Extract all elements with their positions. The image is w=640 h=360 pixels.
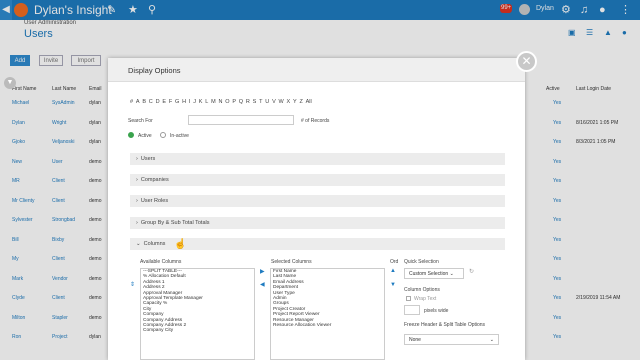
alpha-filter-letter[interactable]: Q [239,99,243,105]
modal-title: Display Options [128,66,181,75]
alpha-filter-letter[interactable]: N [218,99,222,105]
wrap-text-label: Wrap Text [414,296,437,302]
selected-columns-list[interactable]: First Name Last Name Email Address Departme… [270,268,385,360]
alpha-filter-letter[interactable]: O [225,99,229,105]
section-companies-label: Companies [140,177,169,183]
freeze-label: Freeze Header & Split Table Options [404,322,486,328]
reset-icon[interactable]: ↻ [469,268,474,275]
display-options-modal: Display Options # A B C D E F G H I J K L M N O P Q R S T U V W… [108,58,525,360]
alpha-filter-letter[interactable]: Z [299,99,302,105]
move-left-arrow-icon[interactable]: ◀ [260,281,265,288]
alpha-filter-letter[interactable]: L [205,99,208,105]
pixels-wide-input[interactable] [404,305,420,315]
alpha-filter-letter[interactable]: B [142,99,146,105]
alpha-filter-letter[interactable]: G [175,99,179,105]
move-right-arrow-icon[interactable]: ▶ [260,268,265,275]
freeze-value: None [409,337,421,343]
inactive-radio[interactable] [160,132,166,138]
selected-columns-label: Selected Columns [271,259,312,265]
filter-icon[interactable]: ▼ [4,77,16,89]
search-input[interactable] [188,115,294,125]
alpha-filter-letter[interactable]: V [272,99,276,105]
freeze-select[interactable]: None ⌄ [404,334,499,345]
alpha-filter-letter[interactable]: M [211,99,216,105]
alpha-filter-letter[interactable]: S [253,99,257,105]
alpha-filter-letter[interactable]: C [149,99,153,105]
alpha-filter-letter[interactable]: T [259,99,262,105]
inactive-label: In-active [170,133,189,139]
available-columns-label: Available Columns [140,259,182,265]
order-down-arrow-icon[interactable]: ▼ [390,282,396,288]
alpha-filter-letter[interactable]: I [189,99,191,105]
quick-selection-value: Custom Selection [409,271,449,277]
order-up-arrow-icon[interactable]: ▲ [390,268,396,274]
alpha-filter-letter[interactable]: K [199,99,203,105]
section-user-roles-label: User Roles [140,198,169,204]
pixels-wide-label: pixels wide [424,308,449,314]
mouse-cursor-icon: ☝ [174,239,187,250]
records-label: # of Records [301,118,330,124]
freeze-chevron-icon: ⌄ [489,337,494,343]
alpha-filter-letter[interactable]: All [306,99,312,105]
list-item[interactable]: Company City [141,328,254,333]
alpha-filter-letter[interactable]: J [193,99,196,105]
alpha-filter-letter[interactable]: U [265,99,269,105]
section-users[interactable]: › Users [130,153,505,165]
column-options-label: Column Options [404,287,440,293]
alpha-filter-letter[interactable]: X [287,99,291,105]
active-label: Active [138,133,152,139]
modal-header: Display Options [108,58,525,82]
alpha-filter-letter[interactable]: # [130,99,133,105]
wrap-text-checkbox[interactable] [406,296,411,301]
quick-selection-select[interactable]: Custom Selection ⌄ [404,268,464,279]
section-columns-label: Columns [143,241,166,247]
alpha-filter-letter[interactable]: P [232,99,236,105]
alpha-filter-letter[interactable]: Y [293,99,297,105]
active-radio[interactable] [128,132,134,138]
close-icon[interactable]: ✕ [516,51,537,72]
section-group-by-label: Group By & Sub Total Totals [140,220,210,226]
alpha-filter-letter[interactable]: F [169,99,172,105]
section-group-by[interactable]: › Group By & Sub Total Totals [130,217,505,229]
available-columns-list[interactable]: ---SPLIT TABLE---% Allocation Default Add… [140,268,255,360]
alpha-filter-letter[interactable]: W [279,99,284,105]
alpha-filter-letter[interactable]: D [156,99,160,105]
alpha-filter-letter[interactable]: A [136,99,140,105]
list-item[interactable]: Resource Allocation Viewer [271,323,384,328]
alphabet-filter: # A B C D E F G H I J K L M N O P Q R S T U V W X Y Z All [130,99,315,105]
search-label: Search For [128,118,153,124]
move-all-icon[interactable]: ⇕ [130,281,135,288]
alpha-filter-letter[interactable]: H [182,99,186,105]
section-users-label: Users [140,156,156,162]
quick-selection-label: Quick Selection [404,259,439,265]
ord-label: Ord [390,259,399,265]
alpha-filter-letter[interactable]: E [162,99,166,105]
alpha-filter-letter[interactable]: R [246,99,250,105]
section-companies[interactable]: › Companies [130,174,505,186]
section-user-roles[interactable]: › User Roles [130,195,505,207]
